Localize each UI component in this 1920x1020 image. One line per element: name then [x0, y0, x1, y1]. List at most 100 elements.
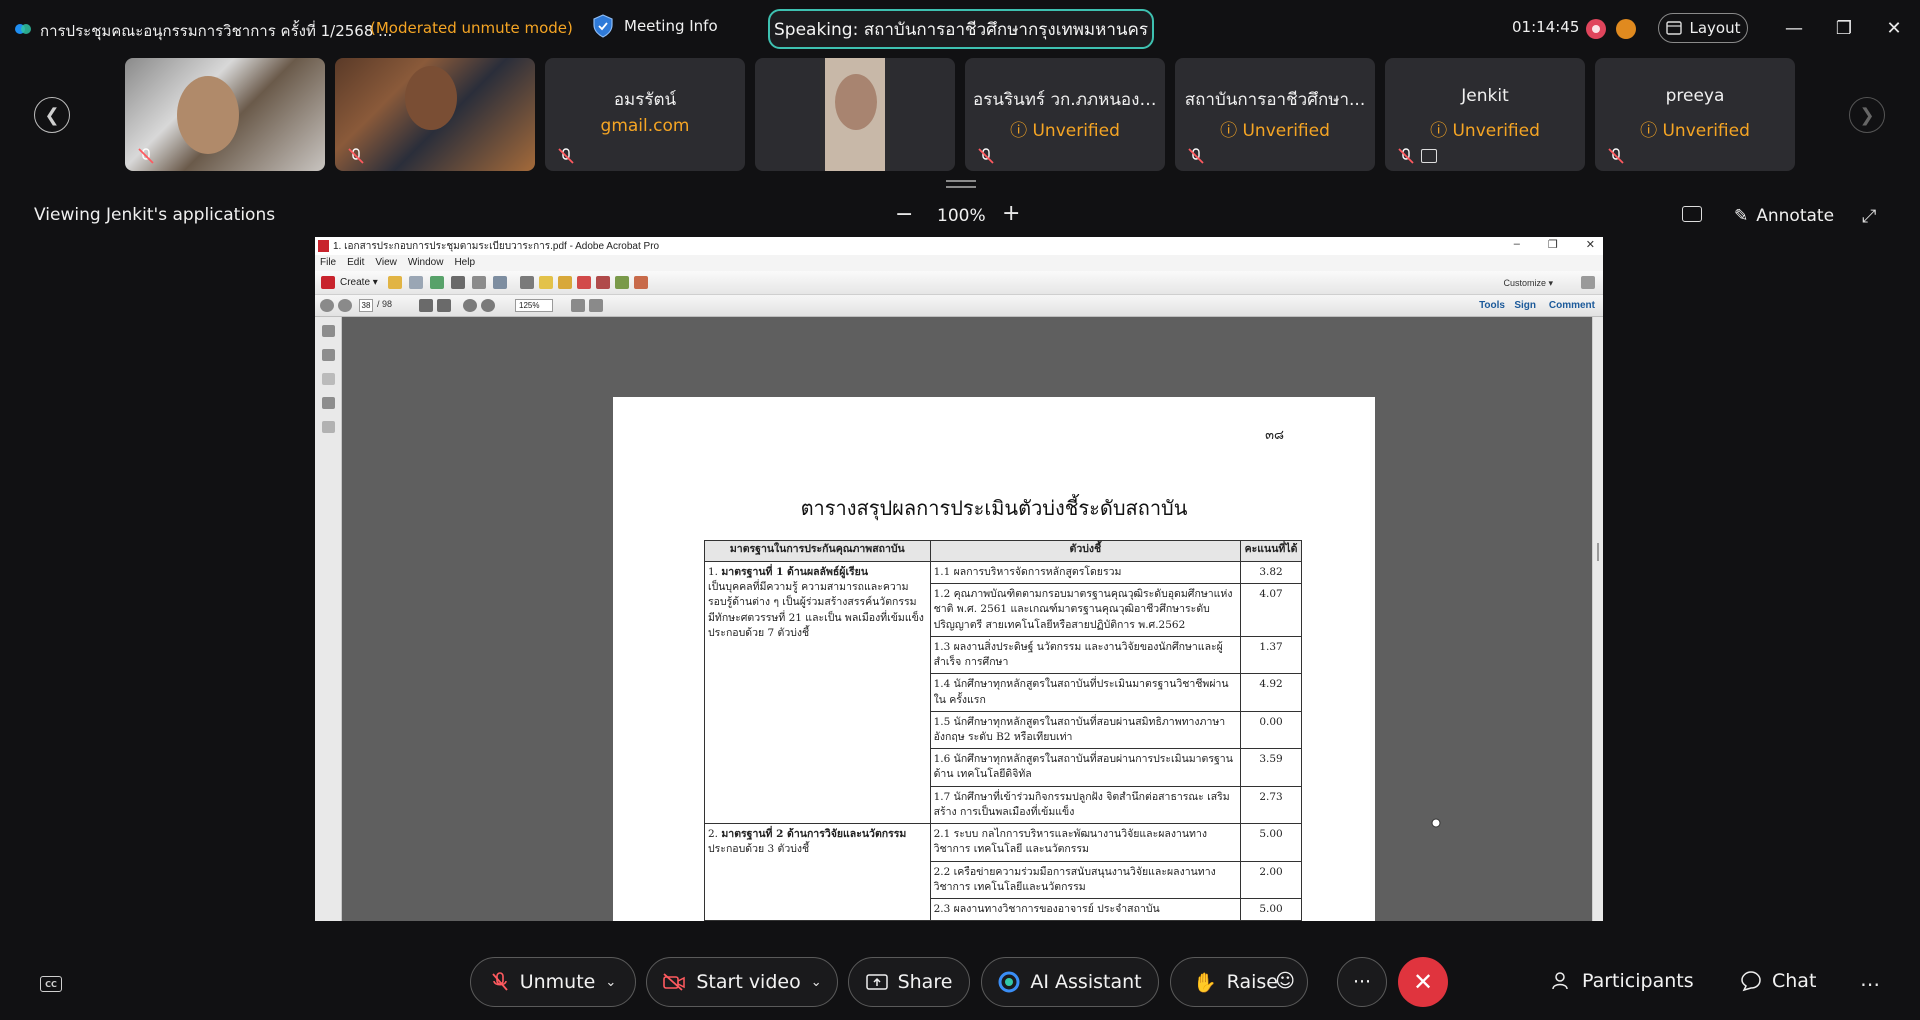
redact-icon[interactable] [577, 276, 591, 289]
zoom-out-icon[interactable] [463, 299, 477, 312]
forms-icon[interactable] [634, 276, 648, 289]
participant-name: อมรรัตน์ [613, 90, 677, 110]
standard-cell: 2. มาตรฐานที่ 2 ด้านการวิจัยและนวัตกรรม … [704, 823, 931, 921]
print-icon[interactable] [451, 276, 465, 289]
previous-participants-button[interactable]: ❮ [34, 97, 70, 133]
menu-edit[interactable]: Edit [347, 255, 364, 271]
combine-icon[interactable] [615, 276, 629, 289]
unmute-button[interactable]: Unmute ⌄ [470, 957, 636, 1007]
tab-tools[interactable]: Tools [1479, 300, 1505, 311]
expand-icon[interactable] [1581, 276, 1595, 289]
acrobat-close-icon[interactable]: ✕ [1586, 238, 1595, 251]
highlight-icon[interactable] [558, 276, 572, 289]
more-options-button[interactable]: ··· [1337, 957, 1387, 1007]
select-tool-icon[interactable] [419, 299, 433, 312]
previous-page-icon[interactable] [320, 299, 334, 312]
participant-name: อรนรินทร์ วก.ภภหนองจ... [973, 90, 1165, 110]
meeting-info-button[interactable]: Meeting Info [592, 14, 718, 38]
attachments-icon[interactable] [322, 373, 335, 385]
close-window-icon[interactable]: ✕ [1882, 16, 1906, 40]
minimize-window-icon[interactable]: — [1782, 16, 1806, 40]
score-cell: 3.82 [1240, 560, 1302, 585]
next-participants-button[interactable]: ❯ [1849, 97, 1885, 133]
view-options-icon[interactable] [1682, 206, 1702, 222]
start-video-label: Start video [696, 971, 801, 993]
participant-name: สถาบันการอาชีวศึกษา... [1184, 90, 1366, 110]
zoom-out-button[interactable]: − [895, 202, 913, 227]
upload-icon[interactable] [430, 276, 444, 289]
create-menu[interactable]: Create ▾ [340, 277, 378, 288]
network-health-icon[interactable] [1616, 19, 1636, 39]
start-video-button[interactable]: Start video ⌄ [646, 957, 838, 1007]
zoom-in-button[interactable]: + [1002, 201, 1020, 226]
page-thumbnails-icon[interactable] [322, 325, 335, 337]
participants-button[interactable]: Participants [1550, 970, 1694, 992]
score-cell: 2.73 [1240, 785, 1302, 825]
acrobat-restore-icon[interactable]: ❐ [1548, 238, 1558, 251]
indicator-cell: 1.3 ผลงานสิ่งประดิษฐ์ นวัตกรรม และงานวิจ… [929, 635, 1242, 675]
reactions-icon[interactable]: ☺ [1275, 970, 1295, 992]
page-total: / 98 [377, 299, 393, 309]
edit-icon[interactable] [472, 276, 486, 289]
indicator-cell: 2.1 ระบบ กลไกการบริหารและพัฒนางานวิจัยแล… [929, 823, 1242, 862]
layout-button[interactable]: Layout [1658, 13, 1748, 43]
tab-comment[interactable]: Comment [1549, 300, 1595, 311]
leave-meeting-button[interactable]: ✕ [1398, 957, 1448, 1007]
ai-assistant-button[interactable]: AI Assistant [981, 957, 1159, 1007]
vertical-scrollbar[interactable] [1592, 317, 1603, 921]
recording-icon[interactable] [1586, 19, 1606, 39]
participant-tile[interactable]: Jenkit ⓘ Unverified [1385, 58, 1585, 171]
page-number-input[interactable]: 38 [359, 299, 373, 312]
fullscreen-icon[interactable]: ⤢ [1862, 206, 1876, 227]
more-menu-icon[interactable]: ⋯ [1860, 972, 1881, 996]
chat-button[interactable]: Chat [1740, 970, 1816, 992]
zoom-select[interactable]: 125% [515, 299, 553, 312]
layers-icon[interactable] [322, 397, 335, 409]
signatures-icon[interactable] [322, 421, 335, 433]
full-screen-icon[interactable] [589, 299, 603, 312]
score-cell: 5.00 [1240, 897, 1302, 921]
open-icon[interactable] [388, 276, 402, 289]
indicator-cell: 1.5 นักศึกษาทุกหลักสูตรในสถาบันที่สอบผ่า… [929, 710, 1242, 750]
menu-help[interactable]: Help [454, 255, 475, 271]
participant-tile[interactable] [125, 58, 325, 171]
chevron-down-icon[interactable]: ⌄ [811, 975, 822, 990]
chevron-down-icon[interactable]: ⌄ [605, 975, 616, 990]
participant-tile[interactable]: preeya ⓘ Unverified [1595, 58, 1795, 171]
email-icon[interactable] [493, 276, 507, 289]
restore-window-icon[interactable]: ❐ [1832, 16, 1856, 40]
customize-menu[interactable]: Customize ▾ [1503, 278, 1553, 289]
bookmarks-icon[interactable] [322, 349, 335, 361]
share-button[interactable]: Share [848, 957, 970, 1007]
comment-icon[interactable] [539, 276, 553, 289]
participant-tile[interactable]: อมรรัตน์ gmail.com [545, 58, 745, 171]
closed-captions-button[interactable]: CC [40, 976, 62, 992]
menu-view[interactable]: View [375, 255, 397, 271]
acrobat-minimize-icon[interactable]: – [1514, 238, 1520, 251]
settings-icon[interactable] [520, 276, 534, 289]
fit-page-icon[interactable] [571, 299, 585, 312]
save-icon[interactable] [409, 276, 423, 289]
tab-sign[interactable]: Sign [1514, 300, 1536, 311]
hand-tool-icon[interactable] [437, 299, 451, 312]
participant-tile[interactable]: สถาบันการอาชีวศึกษา... ⓘ Unverified [1175, 58, 1375, 171]
top-bar: การประชุมคณะอนุกรรมการวิชาการ ครั้งที่ 1… [0, 0, 1920, 58]
participant-tile[interactable] [755, 58, 955, 171]
export-icon[interactable] [596, 276, 610, 289]
raise-label: Raise [1226, 971, 1278, 993]
score-cell: 3.59 [1240, 748, 1302, 787]
create-pdf-icon[interactable] [321, 276, 335, 289]
participant-tile[interactable]: อรนรินทร์ วก.ภภหนองจ... ⓘ Unverified [965, 58, 1165, 171]
raise-hand-button[interactable]: ✋ Raise ☺ [1170, 957, 1308, 1007]
muted-mic-icon [1398, 148, 1414, 164]
strip-resize-handle[interactable] [946, 180, 976, 188]
indicator-cell: 1.6 นักศึกษาทุกหลักสูตรในสถาบันที่สอบผ่า… [929, 748, 1242, 787]
annotate-button[interactable]: ✎ Annotate [1734, 206, 1834, 226]
menu-file[interactable]: File [320, 255, 336, 271]
menu-window[interactable]: Window [408, 255, 444, 271]
participant-tile[interactable] [335, 58, 535, 171]
zoom-in-icon[interactable] [481, 299, 495, 312]
assessment-table: มาตรฐานในการประกันคุณภาพสถาบัน ตัวบ่งชี้… [704, 540, 1302, 921]
score-cell: 2.00 [1240, 860, 1302, 899]
next-page-icon[interactable] [338, 299, 352, 312]
